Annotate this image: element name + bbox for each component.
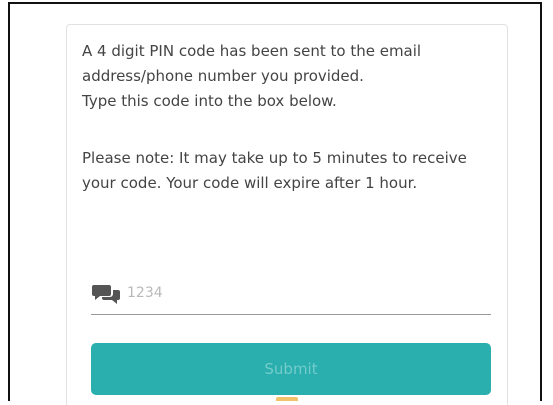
pin-verification-card: A 4 digit PIN code has been sent to the … [66, 24, 508, 405]
pin-sent-message: A 4 digit PIN code has been sent to the … [82, 39, 497, 114]
pin-input[interactable] [127, 280, 487, 306]
submit-button[interactable]: Submit [91, 343, 491, 395]
pin-sent-text: A 4 digit PIN code has been sent to the … [82, 42, 422, 85]
bottom-accent-tab [276, 397, 298, 401]
expiry-note: Please note: It may take up to 5 minutes… [82, 149, 467, 192]
pin-field [91, 276, 491, 315]
chat-bubbles-icon [92, 285, 120, 304]
screenshot-frame: A 4 digit PIN code has been sent to the … [8, 2, 542, 405]
pin-instruction-text: Type this code into the box below. [82, 92, 337, 110]
